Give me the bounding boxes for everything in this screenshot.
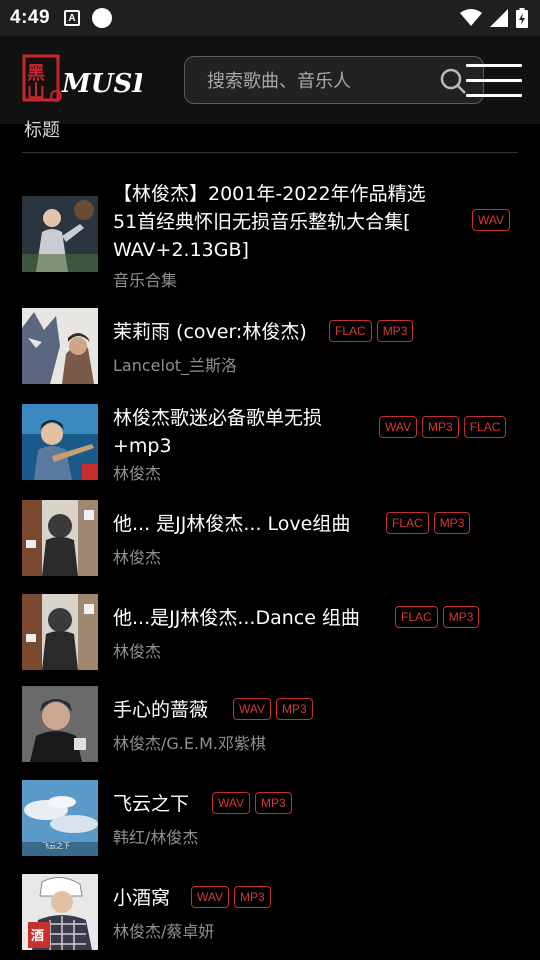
album-cover (22, 308, 98, 384)
item-subtitle: 林俊杰/蔡卓妍 (113, 922, 215, 941)
item-subtitle: 音乐合集 (113, 271, 178, 290)
format-tags: WAV MP3 (212, 792, 292, 814)
signal-icon (490, 9, 508, 27)
format-tag: WAV (472, 209, 510, 231)
album-cover (22, 404, 98, 480)
divider (22, 152, 518, 153)
search-icon[interactable] (439, 67, 467, 95)
svg-text:酒: 酒 (31, 929, 44, 944)
format-tags: WAV MP3 (191, 886, 271, 908)
format-tag: MP3 (422, 416, 459, 438)
section-title: 标题 (24, 120, 60, 141)
format-tags: FLAC MP3 (386, 512, 471, 534)
format-tag: WAV (379, 416, 417, 438)
item-title: 他...是JJ林俊杰...Dance 组曲 (113, 607, 360, 629)
format-tags: FLAC MP3 (329, 320, 414, 342)
item-title: 他... 是JJ林俊杰... Love组曲 (113, 513, 351, 535)
logo-text: MUSIC (61, 69, 142, 99)
search-placeholder: 搜索歌曲、音乐人 (207, 71, 351, 92)
format-tags: FLAC MP3 (395, 606, 480, 628)
svg-text:飞云之下: 飞云之下 (42, 841, 70, 850)
status-time: 4:49 (10, 7, 51, 28)
format-tag: MP3 (376, 320, 414, 342)
format-tag: MP3 (276, 698, 313, 720)
item-subtitle: Lancelot_兰斯洛 (113, 356, 238, 375)
format-tag: MP3 (255, 792, 292, 814)
album-cover (22, 594, 98, 670)
format-tags: WAV (472, 209, 510, 231)
format-tag: FLAC (463, 416, 507, 438)
wifi-icon (460, 9, 482, 26)
app-logo[interactable]: 黑 山 MUSIC (22, 54, 165, 106)
album-cover (22, 500, 98, 576)
menu-icon[interactable] (466, 64, 522, 98)
format-tag: WAV (191, 886, 229, 908)
album-cover (22, 686, 98, 762)
format-tag: MP3 (234, 886, 271, 908)
item-subtitle: 林俊杰 (113, 548, 162, 567)
format-tag: WAV (233, 698, 271, 720)
album-cover: 飞云之下 (22, 780, 98, 856)
album-cover (22, 196, 98, 272)
format-tags: WAV MP3 (233, 698, 313, 720)
item-subtitle: 林俊杰 (113, 642, 162, 661)
format-tag: WAV (212, 792, 250, 814)
svg-text:黑: 黑 (27, 63, 45, 84)
format-tag: FLAC (329, 320, 372, 342)
format-tag: MP3 (433, 512, 471, 534)
item-title: 林俊杰歌迷必备歌单无损 +mp3 (113, 407, 323, 457)
format-tags: WAV MP3 FLAC (379, 416, 507, 438)
item-subtitle: 林俊杰 (113, 464, 162, 483)
app-header: 黑 山 MUSIC 搜索歌曲、音乐人 (0, 36, 540, 124)
format-tag: MP3 (442, 606, 480, 628)
format-tag: FLAC (386, 512, 429, 534)
status-bar: 4:49 A (0, 0, 540, 36)
item-subtitle: 林俊杰/G.E.M.邓紫棋 (113, 734, 266, 753)
format-tag: FLAC (395, 606, 438, 628)
item-title: 小酒窝 (113, 887, 171, 909)
search-bar[interactable]: 搜索歌曲、音乐人 (184, 56, 484, 104)
notification-dot-icon (92, 8, 113, 28)
notification-a-icon: A (64, 10, 81, 26)
item-subtitle: 韩红/林俊杰 (113, 828, 199, 847)
album-cover: 酒 (22, 874, 98, 950)
battery-icon (516, 8, 528, 28)
item-title: 【林俊杰】2001年-2022年作品精选 51首经典怀旧无损音乐整轨大合集[ W… (113, 183, 426, 261)
svg-text:山: 山 (27, 82, 45, 103)
item-title: 手心的蔷薇 (113, 699, 209, 721)
item-title: 茉莉雨 (cover:林俊杰) (113, 321, 307, 343)
item-title: 飞云之下 (113, 793, 190, 815)
